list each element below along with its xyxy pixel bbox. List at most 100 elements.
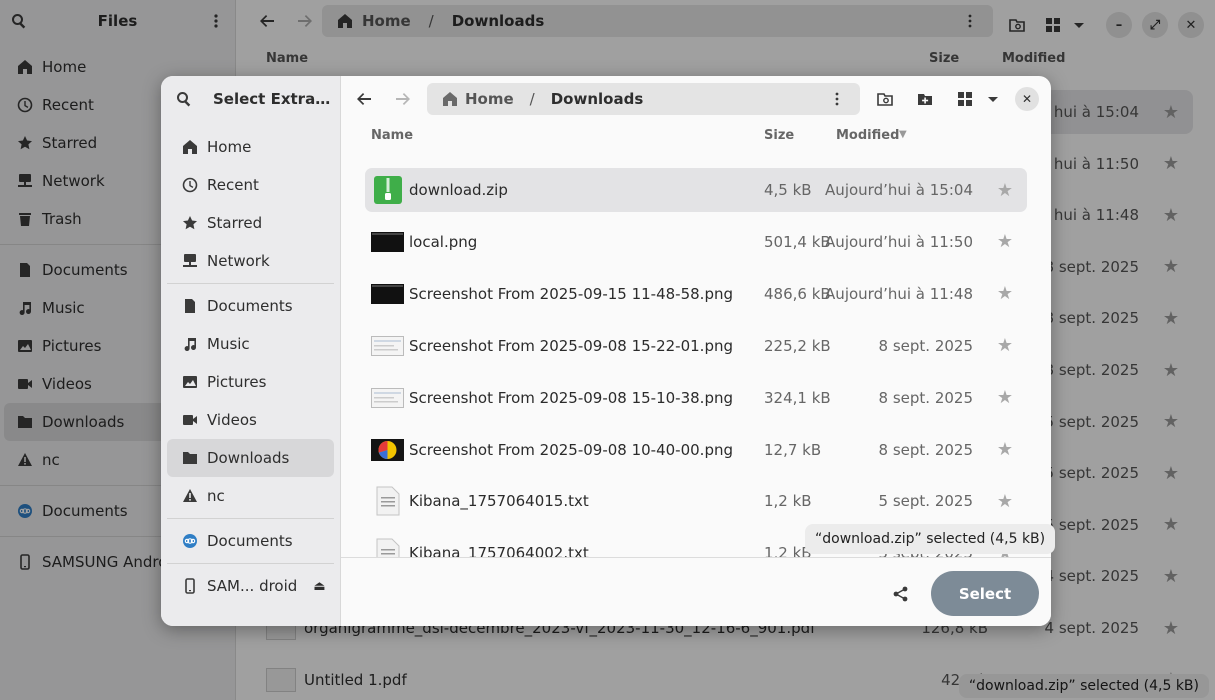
file-name: Screenshot From 2025-09-08 10-40-00.png	[409, 440, 733, 459]
star-icon[interactable]: ★	[997, 180, 1013, 201]
file-row[interactable]: Kibana_1757064015.txt 1,2 kB 5 sept. 2025 ★	[365, 479, 1027, 523]
path-current[interactable]: Downloads	[551, 90, 644, 108]
file-size: 486,6 kB	[764, 284, 831, 303]
document-icon	[181, 297, 199, 315]
close-dialog-button[interactable]: ✕	[1015, 87, 1039, 111]
clock-icon	[181, 176, 199, 194]
image-thumbnail-icon	[371, 332, 404, 360]
sidebar-item-starred[interactable]: Starred	[161, 204, 340, 242]
sidebar-item-label: Documents	[207, 532, 293, 550]
grid-view-icon	[958, 92, 972, 106]
file-modified: 8 sept. 2025	[878, 336, 973, 355]
sidebar-item-network[interactable]: Network	[161, 242, 340, 280]
sidebar-item-videos[interactable]: Videos	[161, 401, 340, 439]
back-arrow-icon	[357, 93, 371, 105]
text-file-icon	[371, 538, 404, 557]
sidebar-item-label: Music	[207, 335, 250, 353]
folder-icon	[181, 449, 199, 467]
path-home[interactable]: Home	[465, 90, 514, 108]
sidebar-item-cloud-documents[interactable]: Documents	[161, 522, 340, 560]
path-separator: /	[529, 90, 535, 108]
sidebar-item-label: Downloads	[207, 449, 290, 467]
sidebar-item-recent[interactable]: Recent	[161, 166, 340, 204]
view-options-dropdown[interactable]	[978, 84, 1008, 114]
file-name: download.zip	[409, 181, 508, 199]
file-row[interactable]: Screenshot From 2025-09-08 15-22-01.png 2…	[365, 324, 1027, 368]
file-size: 1,2 kB	[764, 492, 812, 511]
new-folder-button[interactable]	[910, 84, 940, 114]
star-icon[interactable]: ★	[997, 387, 1013, 408]
search-icon[interactable]	[175, 90, 193, 108]
file-name: local.png	[409, 232, 478, 251]
column-header: Name Size Modified ▼	[341, 124, 1051, 150]
file-modified: 8 sept. 2025	[878, 440, 973, 459]
file-size: 4,5 kB	[764, 181, 812, 199]
file-row[interactable]: local.png 501,4 kB Aujourd’hui à 11:50 ★	[365, 220, 1027, 264]
text-file-icon	[371, 486, 404, 516]
search-location-button[interactable]	[870, 84, 900, 114]
sidebar-item-music[interactable]: Music	[161, 325, 340, 363]
forward-button[interactable]	[388, 84, 418, 114]
star-icon[interactable]: ★	[997, 283, 1013, 304]
file-modified: Aujourd’hui à 11:48	[825, 284, 973, 303]
col-name[interactable]: Name	[371, 128, 413, 143]
sidebar-item-label: Pictures	[207, 373, 267, 391]
image-thumbnail-icon	[371, 436, 404, 464]
file-size: 225,2 kB	[764, 336, 831, 355]
star-icon[interactable]: ★	[997, 491, 1013, 512]
sidebar-item-label: Documents	[207, 297, 293, 315]
file-row[interactable]: download.zip 4,5 kB Aujourd’hui à 15:04 ★	[365, 168, 1027, 212]
file-row[interactable]: Screenshot From 2025-09-15 11-48-58.png 4…	[365, 272, 1027, 316]
sidebar-item-downloads[interactable]: Downloads	[167, 439, 334, 477]
video-icon	[181, 411, 199, 429]
sidebar-item-pictures[interactable]: Pictures	[161, 363, 340, 401]
sidebar-item-device[interactable]: SAM... droid ⏏	[161, 567, 340, 605]
sidebar-separator	[167, 283, 334, 284]
eject-icon[interactable]: ⏏	[313, 579, 325, 594]
picture-icon	[181, 373, 199, 391]
file-size: 324,1 kB	[764, 388, 831, 407]
col-size[interactable]: Size	[764, 128, 794, 143]
sidebar-separator	[167, 518, 334, 519]
sidebar-item-label: SAM... droid	[207, 577, 298, 595]
sidebar-item-documents[interactable]: Documents	[161, 287, 340, 325]
file-row[interactable]: Screenshot From 2025-09-08 10-40-00.png 1…	[365, 428, 1027, 472]
back-button[interactable]	[349, 84, 379, 114]
file-modified: 8 sept. 2025	[878, 388, 973, 407]
view-mode-button[interactable]	[950, 84, 980, 114]
sidebar-item-label: Recent	[207, 176, 259, 194]
image-thumbnail-icon	[371, 228, 404, 256]
path-menu-icon[interactable]	[828, 90, 846, 108]
sidebar-item-label: Starred	[207, 214, 263, 232]
file-name: Kibana_1757064015.txt	[409, 492, 589, 511]
dialog-sidebar: Select Extra… Home Recent Starred Network D…	[161, 76, 341, 626]
star-icon[interactable]: ★	[997, 231, 1013, 252]
nextcloud-icon	[181, 532, 199, 550]
file-name: Screenshot From 2025-09-08 15-10-38.png	[409, 388, 733, 407]
star-icon[interactable]: ★	[997, 335, 1013, 356]
path-bar[interactable]: Home / Downloads	[427, 83, 860, 115]
image-thumbnail-icon	[371, 384, 404, 412]
sidebar-item-nc[interactable]: nc	[161, 477, 340, 515]
file-name: Kibana_1757064002.txt	[409, 544, 589, 557]
music-icon	[181, 335, 199, 353]
dialog-footer: Select	[341, 557, 1051, 626]
search-folder-icon	[877, 93, 893, 106]
file-modified: Aujourd’hui à 15:04	[825, 181, 973, 199]
file-name: Screenshot From 2025-09-15 11-48-58.png	[409, 284, 733, 303]
star-icon[interactable]: ★	[997, 439, 1013, 460]
image-thumbnail-icon	[371, 280, 404, 308]
col-modified[interactable]: Modified	[836, 128, 899, 143]
network-icon	[181, 252, 199, 270]
sidebar-item-home[interactable]: Home	[161, 128, 340, 166]
sort-chevron-icon[interactable]: ▼	[899, 129, 907, 140]
dialog-header: Home / Downloads ✕	[341, 76, 1051, 122]
file-size: 501,4 kB	[764, 232, 831, 251]
select-button[interactable]: Select	[931, 571, 1039, 616]
file-name: Screenshot From 2025-09-08 15-22-01.png	[409, 336, 733, 355]
dialog-sidebar-header: Select Extra…	[161, 76, 340, 122]
filter-options-icon[interactable]	[891, 584, 911, 604]
phone-icon	[181, 577, 199, 595]
sidebar-item-label: Home	[207, 138, 252, 156]
file-row[interactable]: Screenshot From 2025-09-08 15-10-38.png 3…	[365, 376, 1027, 420]
